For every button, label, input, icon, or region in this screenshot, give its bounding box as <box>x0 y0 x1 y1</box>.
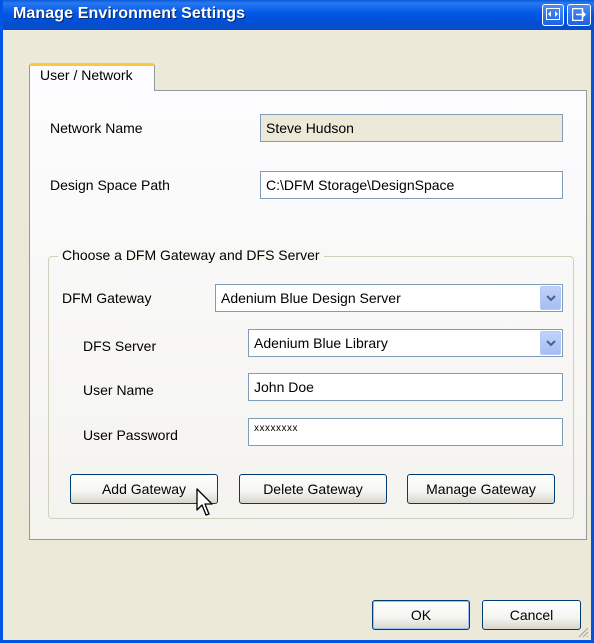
design-space-path-value: C:\DFM Storage\DesignSpace <box>266 177 455 193</box>
chevron-down-icon[interactable] <box>540 331 561 355</box>
window-title: Manage Environment Settings <box>13 5 246 22</box>
dialog-window: Manage Environment Settings User / Netwo… <box>0 0 594 643</box>
design-space-path-label: Design Space Path <box>50 177 170 193</box>
dfs-server-selected: Adenium Blue Library <box>254 335 388 351</box>
manage-gateway-button[interactable]: Manage Gateway <box>407 474 555 504</box>
user-name-label: User Name <box>83 382 154 398</box>
dfs-server-select[interactable]: Adenium Blue Library <box>248 329 563 357</box>
user-password-label: User Password <box>83 427 178 443</box>
ok-button[interactable]: OK <box>372 600 470 630</box>
dfm-gateway-select[interactable]: Adenium Blue Design Server <box>215 284 563 312</box>
window-export-icon[interactable] <box>567 4 591 26</box>
dfm-gateway-selected: Adenium Blue Design Server <box>221 290 401 306</box>
network-name-field: Steve Hudson <box>260 114 563 142</box>
gateway-group-caption: Choose a DFM Gateway and DFS Server <box>58 247 324 263</box>
chevron-down-icon[interactable] <box>540 286 561 310</box>
mouse-pointer-icon <box>196 488 213 516</box>
dfs-server-label: DFS Server <box>83 338 157 354</box>
network-name-label: Network Name <box>50 120 143 136</box>
expand-horizontal-icon[interactable] <box>542 4 564 26</box>
cancel-button[interactable]: Cancel <box>482 600 581 630</box>
user-name-input[interactable]: John Doe <box>248 373 563 401</box>
tab-user-network[interactable]: User / Network <box>29 63 155 91</box>
network-name-value: Steve Hudson <box>266 120 354 136</box>
user-name-value: John Doe <box>254 379 314 395</box>
delete-gateway-button[interactable]: Delete Gateway <box>239 474 387 504</box>
resize-grip-icon[interactable] <box>577 626 589 638</box>
title-bar[interactable]: Manage Environment Settings <box>3 0 594 30</box>
dfm-gateway-label: DFM Gateway <box>62 290 152 306</box>
user-password-input[interactable]: xxxxxxxx <box>248 418 563 446</box>
tab-label: User / Network <box>40 67 133 83</box>
user-password-value: xxxxxxxx <box>254 423 298 434</box>
design-space-path-input[interactable]: C:\DFM Storage\DesignSpace <box>260 171 563 199</box>
